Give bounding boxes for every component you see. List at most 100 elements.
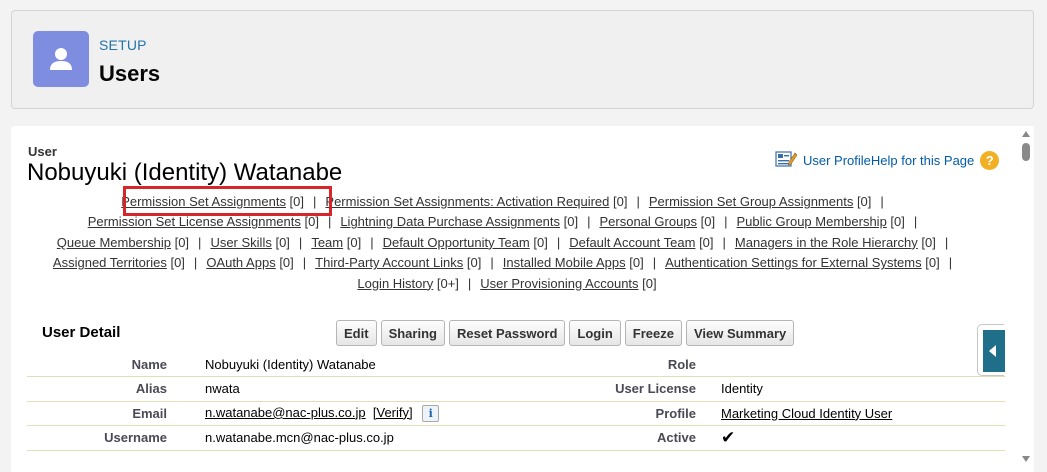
field-value-name: Nobuyuki (Identity) Watanabe [191,352,521,377]
field-label-alias: Alias [27,376,191,402]
view-summary-button[interactable]: View Summary [686,320,795,346]
related-links-line: Permission Set Assignments [0] | Permissio… [31,192,983,212]
related-link-count: [0] [560,214,579,230]
page-header: SETUP Users [11,10,1034,109]
field-value-alias: nwata [191,376,521,402]
related-link-permission-set-assignments-activation-required[interactable]: Permission Set Assignments: Activation R… [325,194,609,209]
separator: | [636,194,640,209]
user-record-panel: User Nobuyuki (Identity) Watanabe User P… [11,126,1034,472]
separator: | [490,255,494,271]
field-label-username: Username [27,425,191,451]
separator: | [652,255,657,271]
related-link-count: [0] [463,255,482,271]
related-link-default-opportunity-team[interactable]: Default Opportunity Team [383,235,530,250]
related-link-count: [0] [638,275,657,291]
field-label-email: Email [27,401,191,426]
profile-link[interactable]: Marketing Cloud Identity User [721,406,892,421]
separator: | [327,214,332,230]
related-link-count: [0] [697,214,716,230]
help-for-this-page-link[interactable]: Help for this Page [871,153,974,168]
field-label-active: Active [521,425,709,451]
related-link-permission-set-group-assignments[interactable]: Permission Set Group Assignments [649,194,853,209]
related-link-user-provisioning-accounts[interactable]: User Provisioning Accounts [480,276,638,291]
field-label-name: Name [27,352,191,377]
related-links-line: Login History [0+] | User Provisioning Acc… [31,274,983,294]
separator: | [313,194,317,209]
related-link-team[interactable]: Team [311,235,343,250]
active-checkmark-icon: ✔ [721,427,736,447]
related-link-public-group-membership[interactable]: Public Group Membership [737,214,887,229]
related-link-count: [0] [917,234,936,250]
related-link-permission-set-assignments[interactable]: Permission Set Assignments [121,194,286,209]
verify-email-link[interactable]: [Verify] [373,405,413,420]
related-link-count: [0] [285,194,305,209]
related-link-assigned-territories[interactable]: Assigned Territories [53,255,167,270]
related-link-count: [0] [625,255,644,271]
user-full-name: Nobuyuki (Identity) Watanabe [27,159,343,186]
related-link-lightning-data-purchase-assignments[interactable]: Lightning Data Purchase Assignments [340,214,560,229]
separator: | [913,214,918,230]
setup-label: SETUP [99,37,147,53]
separator: | [298,234,303,250]
scroll-up-arrow-icon[interactable] [1022,131,1030,137]
freeze-button[interactable]: Freeze [624,320,682,346]
related-links-line: Permission Set License Assignments [0] | L… [31,212,983,232]
table-row: Email n.watanabe@nac-plus.co.jp [Verify]… [27,401,1005,426]
email-link[interactable]: n.watanabe@nac-plus.co.jp [205,405,366,420]
separator: | [944,234,949,250]
separator: | [587,214,591,230]
related-link-count: [0] [853,194,872,209]
table-row: Name Nobuyuki (Identity) Watanabe Role [27,352,1005,377]
scroll-thumb[interactable] [1022,143,1030,161]
related-links-line: Assigned Territories [0] | OAuth Apps [0] |… [31,253,983,273]
scroll-down-arrow-icon[interactable] [1022,456,1030,462]
question-circle-icon[interactable]: ? [980,150,1000,170]
related-link-oauth-apps[interactable]: OAuth Apps [206,255,275,270]
separator: | [880,194,884,209]
related-link-default-account-team[interactable]: Default Account Team [569,235,695,250]
separator: | [948,255,953,271]
field-value-username: n.watanabe.mcn@nac-plus.co.jp [191,425,521,451]
related-link-managers-in-the-role-hierarchy[interactable]: Managers in the Role Hierarchy [735,235,918,250]
related-list-links: Permission Set Assignments [0] | Permissio… [31,192,983,294]
separator: | [198,234,202,250]
related-link-personal-groups[interactable]: Personal Groups [599,214,697,229]
related-link-queue-membership[interactable]: Queue Membership [57,235,171,250]
related-link-count: [0] [166,255,185,271]
separator: | [467,275,472,291]
related-link-count: [0] [609,194,628,209]
separator: | [370,234,374,250]
separator: | [556,234,561,250]
field-value-role [709,352,1005,377]
field-label-user-license: User License [521,376,709,402]
related-link-user-skills[interactable]: User Skills [210,235,271,250]
related-link-authentication-settings-for-external-systems[interactable]: Authentication Settings for External Sys… [665,255,922,270]
related-link-count: [0] [271,234,290,250]
user-detail-table: Name Nobuyuki (Identity) Watanabe Role A… [27,352,1005,451]
sharing-button[interactable]: Sharing [380,320,445,346]
separator: | [722,234,726,250]
related-link-installed-mobile-apps[interactable]: Installed Mobile Apps [503,255,626,270]
vertical-scrollbar[interactable] [1018,126,1034,472]
related-link-count: [0] [529,234,548,250]
related-link-permission-set-license-assignments[interactable]: Permission Set License Assignments [88,214,301,229]
table-row: Username n.watanabe.mcn@nac-plus.co.jp A… [27,425,1005,451]
info-icon[interactable]: i [422,404,440,422]
help-area: User Profile Help for this Page ? [775,148,1000,172]
related-links-line: Queue Membership [0] | User Skills [0] | Tea… [31,233,983,253]
user-profile-icon [775,150,798,171]
user-detail-title: User Detail [42,324,121,341]
login-button[interactable]: Login [569,320,621,346]
related-link-count: [0] [921,255,940,271]
related-link-count: [0+] [433,275,459,291]
reset-password-button[interactable]: Reset Password [448,320,566,346]
related-link-count: [0] [170,234,190,250]
separator: | [302,255,307,271]
related-link-third-party-account-links[interactable]: Third-Party Account Links [315,255,463,270]
table-row: Alias nwata User License Identity [27,376,1005,402]
user-profile-link[interactable]: User Profile [803,153,871,168]
related-link-count: [0] [343,234,362,250]
related-link-login-history[interactable]: Login History [357,276,433,291]
field-label-role: Role [521,352,709,377]
edit-button[interactable]: Edit [336,320,377,346]
